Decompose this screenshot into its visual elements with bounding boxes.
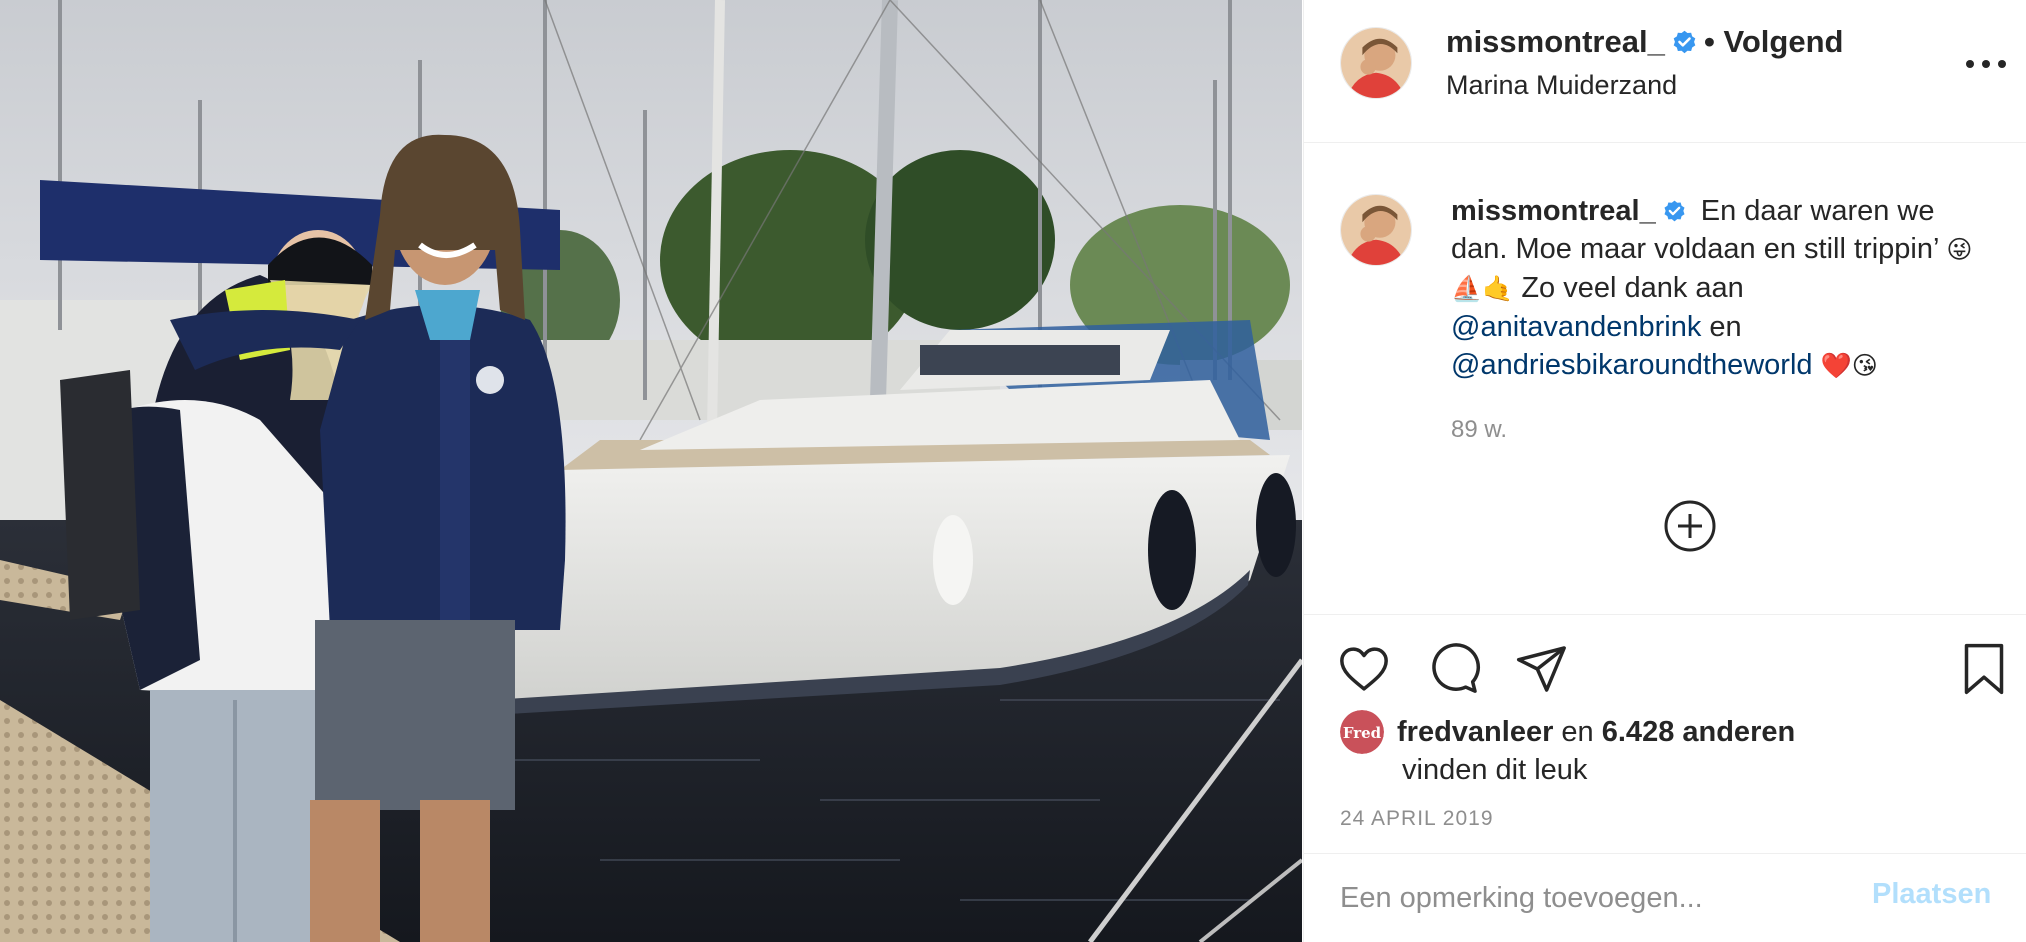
caption-emojis: ❤️😘 (1820, 351, 1878, 380)
more-dot (1982, 60, 1990, 68)
post-side-panel: missmontreal_ • Volgend Marina Muiderzan… (1303, 0, 2026, 942)
likes-joiner: en (1561, 716, 1594, 748)
caption-author-avatar[interactable] (1340, 194, 1412, 266)
post-actions: Fred fredvanleer en 6.428 anderen vinden… (1304, 614, 2026, 854)
more-dot (1966, 60, 1974, 68)
comment-icon[interactable] (1426, 641, 1482, 697)
follow-status-button[interactable]: • Volgend (1704, 24, 1843, 60)
mention-link[interactable]: @andriesbikaroundtheworld (1451, 349, 1813, 381)
author-username-text[interactable]: missmontreal_ (1446, 24, 1665, 59)
liker-username[interactable]: fredvanleer (1397, 716, 1553, 748)
caption-text-2: Zo veel dank aan (1521, 272, 1744, 304)
mention-link[interactable]: @anitavandenbrink (1451, 311, 1701, 343)
likes-suffix: vinden dit leuk (1402, 754, 1588, 786)
caption-time-ago[interactable]: 89 w. (1451, 416, 1507, 444)
location-link[interactable]: Marina Muiderzand (1446, 70, 1677, 101)
post-header: missmontreal_ • Volgend Marina Muiderzan… (1304, 0, 2026, 143)
liker-avatar[interactable]: Fred (1340, 710, 1384, 754)
post-image (0, 0, 1302, 942)
more-dot (1998, 60, 2006, 68)
likes-count[interactable]: 6.428 anderen (1602, 716, 1795, 748)
load-more-comments-icon[interactable] (1664, 500, 1716, 552)
author-username[interactable]: missmontreal_ (1446, 24, 1698, 60)
comments-section: missmontreal_ En daar waren we dan. Moe … (1304, 144, 2026, 614)
bookmark-icon[interactable] (1956, 641, 2012, 697)
caption-conjunction: en (1709, 311, 1742, 343)
comment-input[interactable] (1340, 876, 1840, 920)
post-comment-button[interactable]: Plaatsen (1872, 878, 1991, 911)
add-comment-bar: Plaatsen (1304, 853, 2026, 942)
post-caption: missmontreal_ En daar waren we dan. Moe … (1451, 192, 1991, 385)
share-icon[interactable] (1514, 641, 1570, 697)
verified-badge-icon (1664, 200, 1685, 222)
post-date[interactable]: 24 APRIL 2019 (1340, 807, 1494, 831)
liker-avatar-logo: Fred (1343, 724, 1382, 742)
verified-badge-icon (1673, 30, 1696, 54)
likes-summary: fredvanleer en 6.428 anderen (1397, 713, 1795, 751)
heart-icon[interactable] (1336, 641, 1392, 697)
author-avatar[interactable] (1340, 27, 1412, 99)
post-photo[interactable] (0, 0, 1302, 942)
caption-username[interactable]: missmontreal_ (1451, 195, 1656, 227)
more-options-icon[interactable] (1966, 48, 2006, 80)
